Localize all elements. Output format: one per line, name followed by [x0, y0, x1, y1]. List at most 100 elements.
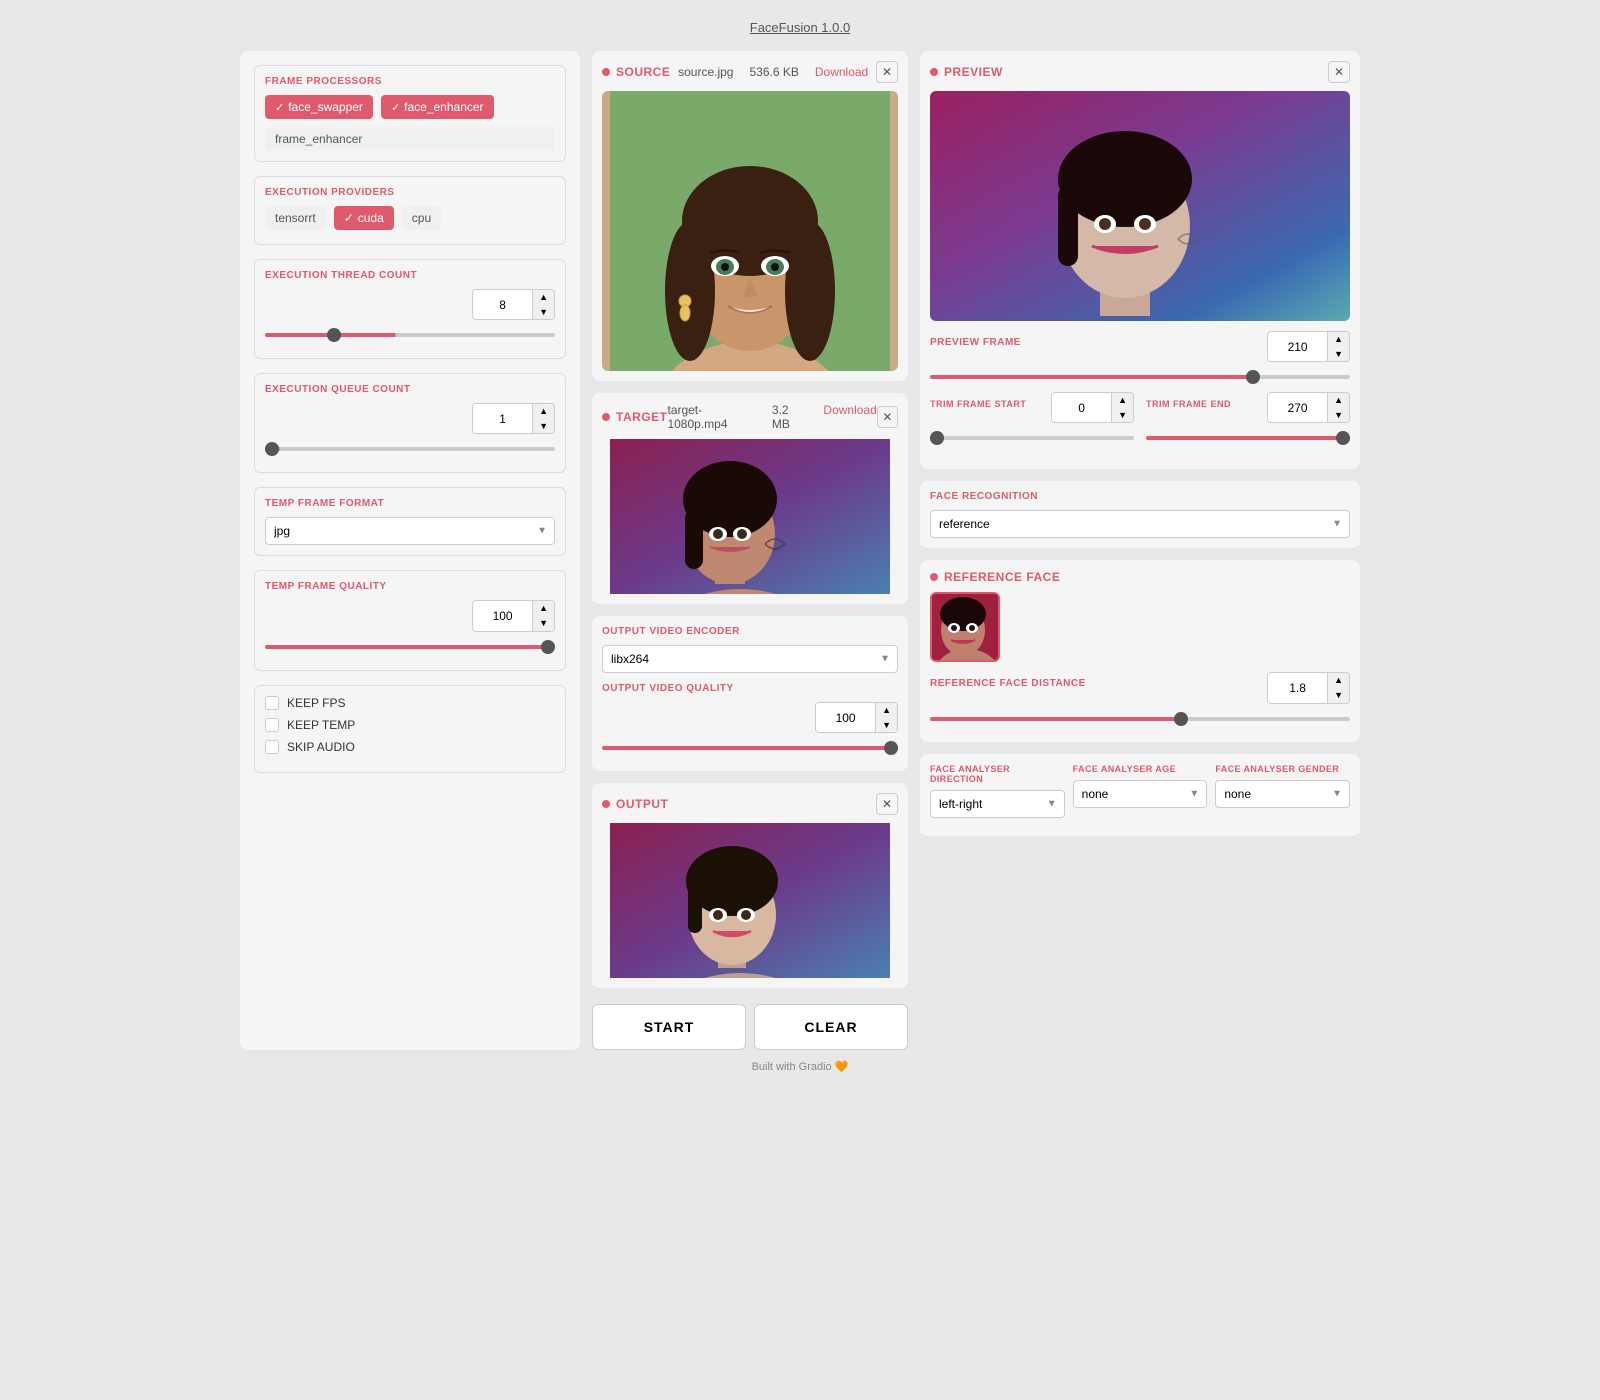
- source-download-link[interactable]: Download: [815, 65, 868, 79]
- quality-input[interactable]: [473, 601, 533, 630]
- ref-face-distance-up[interactable]: ▲: [1328, 673, 1349, 688]
- trim-start-input[interactable]: [1052, 393, 1112, 422]
- face-recognition-panel: FACE RECOGNITION reference many one ▼: [920, 481, 1360, 548]
- queue-count-slider[interactable]: [265, 447, 555, 451]
- source-filename: source.jpg: [678, 65, 733, 79]
- provider-cpu[interactable]: cpu: [402, 206, 441, 230]
- preview-frame-down[interactable]: ▼: [1328, 347, 1349, 362]
- preview-frame-slider[interactable]: [930, 375, 1350, 379]
- target-filename: target-1080p.mp4: [667, 403, 755, 431]
- analyser-age-dropdown[interactable]: none child teen adult senior: [1073, 780, 1208, 808]
- checkboxes-section: KEEP FPS KEEP TEMP SKIP AUDIO: [254, 685, 566, 773]
- output-quality-spinner[interactable]: ▲ ▼: [815, 702, 898, 733]
- trim-end-slider[interactable]: [1146, 436, 1350, 440]
- trim-end-block: TRIM FRAME END ▲ ▼: [1146, 392, 1350, 451]
- quality-down[interactable]: ▼: [533, 616, 554, 631]
- trim-start-up[interactable]: ▲: [1112, 393, 1133, 408]
- ref-face-distance-slider-container: [930, 710, 1350, 724]
- ref-face-distance-input[interactable]: [1268, 673, 1328, 702]
- output-panel: OUTPUT ✕: [592, 783, 908, 988]
- analyser-direction-dropdown[interactable]: left-right right-left top-bottom bottom-…: [930, 790, 1065, 818]
- preview-frame-up[interactable]: ▲: [1328, 332, 1349, 347]
- target-close-button[interactable]: ✕: [877, 406, 898, 428]
- left-panel: FRAME PROCESSORS ✓ face_swapper ✓ face_e…: [240, 51, 580, 1050]
- analyser-gender-dropdown[interactable]: none male female: [1215, 780, 1350, 808]
- output-quality-slider[interactable]: [602, 746, 898, 750]
- ref-face-distance-spinner[interactable]: ▲ ▼: [1267, 672, 1350, 703]
- queue-count-input[interactable]: [473, 404, 533, 433]
- preview-frame-spinner[interactable]: ▲ ▼: [1267, 331, 1350, 362]
- target-download-link[interactable]: Download: [823, 403, 876, 431]
- trim-end-spinner[interactable]: ▲ ▼: [1267, 392, 1350, 423]
- check-icon-2: ✓: [391, 101, 400, 114]
- chip-face-enhancer[interactable]: ✓ face_enhancer: [381, 95, 494, 119]
- thread-count-slider[interactable]: [265, 333, 555, 337]
- queue-count-spinner[interactable]: ▲ ▼: [472, 403, 555, 434]
- output-header: OUTPUT ✕: [602, 793, 898, 815]
- encoder-dropdown[interactable]: libx264 libx265 libvpx: [602, 645, 898, 673]
- quality-up[interactable]: ▲: [533, 601, 554, 616]
- keep-temp-checkbox[interactable]: [265, 718, 279, 732]
- trim-end-label: TRIM FRAME END: [1146, 399, 1231, 409]
- preview-tag-label: PREVIEW: [944, 65, 1003, 79]
- trim-start-slider[interactable]: [930, 436, 1134, 440]
- analyser-direction-label: FACE ANALYSER DIRECTION: [930, 764, 1065, 784]
- thread-count-up[interactable]: ▲: [533, 290, 554, 305]
- face-recognition-dropdown[interactable]: reference many one: [930, 510, 1350, 538]
- source-filesize: 536.6 KB: [749, 65, 798, 79]
- preview-close-button[interactable]: ✕: [1328, 61, 1350, 83]
- provider-cuda[interactable]: ✓cuda: [334, 206, 394, 230]
- quality-spinner[interactable]: ▲ ▼: [472, 600, 555, 631]
- quality-spinner-btns: ▲ ▼: [533, 601, 554, 630]
- skip-audio-checkbox[interactable]: [265, 740, 279, 754]
- trim-start-spinner[interactable]: ▲ ▼: [1051, 392, 1134, 423]
- ref-face-distance-down[interactable]: ▼: [1328, 688, 1349, 703]
- output-quality-up[interactable]: ▲: [876, 703, 897, 718]
- temp-frame-format-dropdown[interactable]: jpg png bmp: [265, 517, 555, 545]
- source-tag-label: SOURCE: [616, 65, 670, 79]
- ref-face-distance-slider[interactable]: [930, 717, 1350, 721]
- ref-face-header: REFERENCE FACE: [930, 570, 1350, 584]
- source-image: [602, 91, 898, 371]
- start-button[interactable]: START: [592, 1004, 746, 1050]
- queue-count-up[interactable]: ▲: [533, 404, 554, 419]
- keep-fps-label: KEEP FPS: [287, 696, 345, 710]
- trim-end-input[interactable]: [1268, 393, 1328, 422]
- thread-count-input[interactable]: [473, 290, 533, 319]
- trim-end-down[interactable]: ▼: [1328, 408, 1349, 423]
- preview-image: [930, 91, 1350, 321]
- face-analyser-panel: FACE ANALYSER DIRECTION left-right right…: [920, 754, 1360, 836]
- source-tag: SOURCE: [602, 65, 670, 79]
- clear-button[interactable]: CLEAR: [754, 1004, 908, 1050]
- source-close-button[interactable]: ✕: [876, 61, 898, 83]
- ref-face-distance-btns: ▲ ▼: [1328, 673, 1349, 702]
- provider-tensorrt[interactable]: tensorrt: [265, 206, 326, 230]
- execution-providers-section: EXECUTION PROVIDERS tensorrt ✓cuda cpu: [254, 176, 566, 245]
- quality-slider[interactable]: [265, 645, 555, 649]
- chip-frame-enhancer[interactable]: frame_enhancer: [265, 127, 555, 151]
- output-quality-down[interactable]: ▼: [876, 718, 897, 733]
- chip-face-swapper[interactable]: ✓ face_swapper: [265, 95, 373, 119]
- analyser-direction-col: FACE ANALYSER DIRECTION left-right right…: [930, 764, 1065, 818]
- ref-face-dot: [930, 573, 938, 581]
- keep-fps-checkbox[interactable]: [265, 696, 279, 710]
- execution-thread-count-label: EXECUTION THREAD COUNT: [265, 270, 555, 281]
- quality-label: OUTPUT VIDEO QUALITY: [602, 683, 898, 694]
- thread-count-spinner[interactable]: ▲ ▼: [472, 289, 555, 320]
- execution-thread-count-section: EXECUTION THREAD COUNT ▲ ▼: [254, 259, 566, 359]
- thread-count-down[interactable]: ▼: [533, 305, 554, 320]
- trim-start-down[interactable]: ▼: [1112, 408, 1133, 423]
- trim-end-up[interactable]: ▲: [1328, 393, 1349, 408]
- queue-count-row: ▲ ▼: [265, 403, 555, 434]
- temp-frame-quality-label: TEMP FRAME QUALITY: [265, 581, 555, 592]
- keep-temp-label: KEEP TEMP: [287, 718, 355, 732]
- chip-face-swapper-label: face_swapper: [288, 100, 363, 114]
- right-panel: PREVIEW ✕: [920, 51, 1360, 1050]
- frame-processors-chips: ✓ face_swapper ✓ face_enhancer: [265, 95, 555, 119]
- preview-tag: PREVIEW: [930, 65, 1003, 79]
- preview-frame-input[interactable]: [1268, 332, 1328, 361]
- output-close-button[interactable]: ✕: [876, 793, 898, 815]
- output-quality-input[interactable]: [816, 703, 876, 732]
- ref-face-distance-label: REFERENCE FACE DISTANCE: [930, 678, 1086, 689]
- queue-count-down[interactable]: ▼: [533, 419, 554, 434]
